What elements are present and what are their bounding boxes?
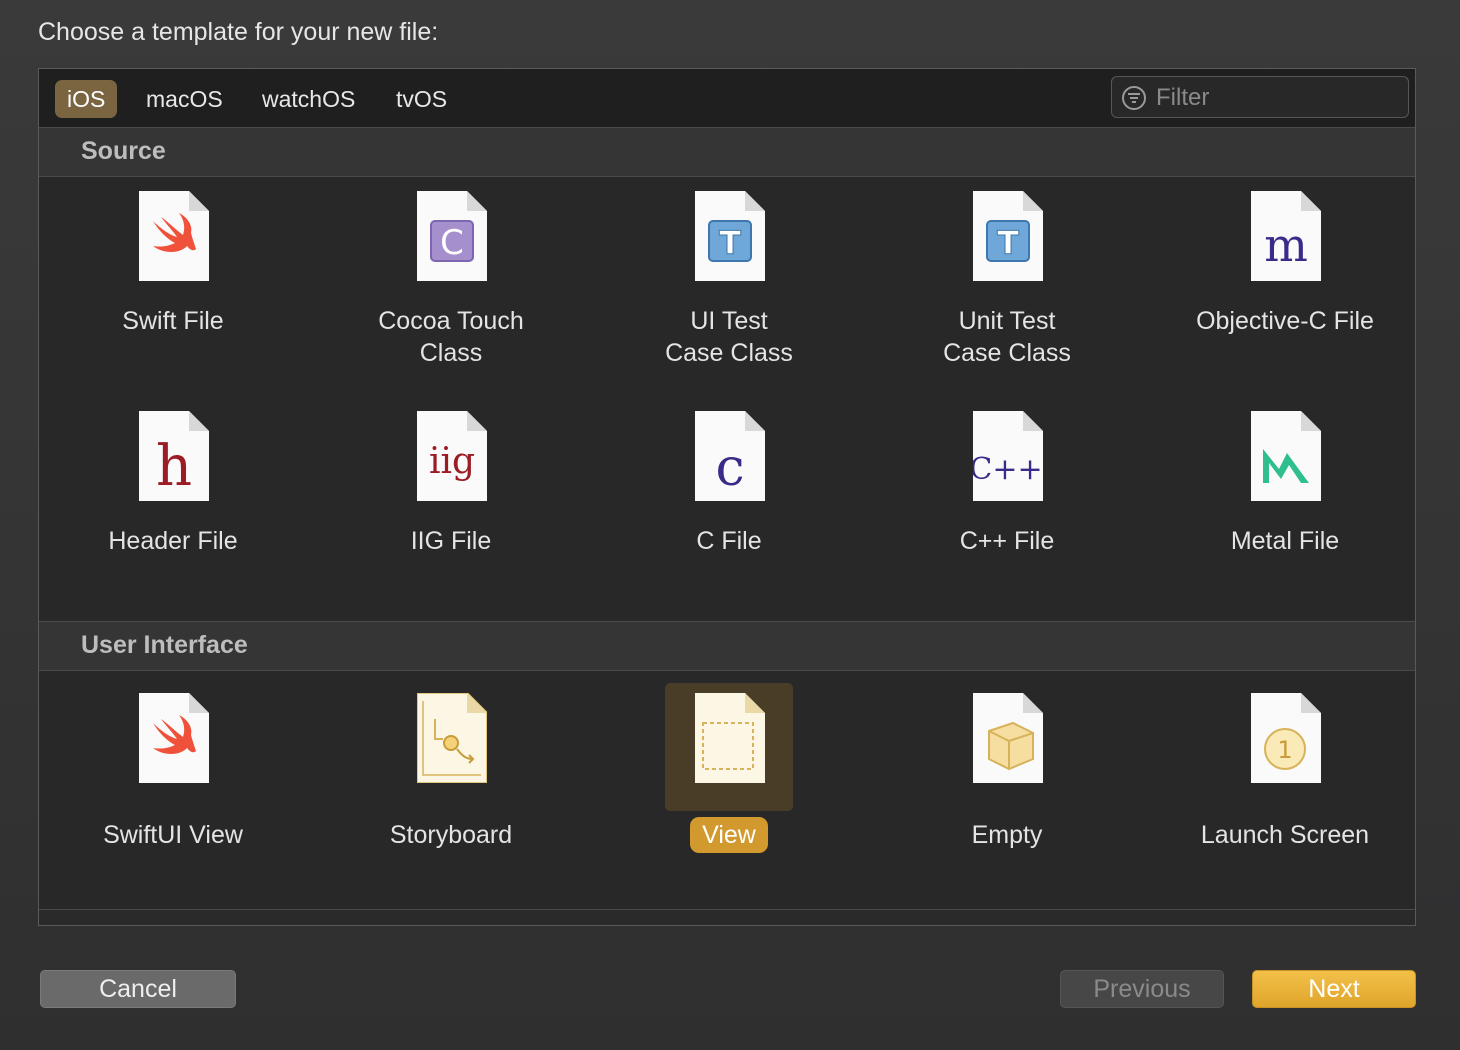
swift-icon bbox=[139, 191, 209, 281]
objc-m-icon: m bbox=[1251, 191, 1321, 281]
template-cpp-file[interactable]: C++ C++ File bbox=[868, 401, 1146, 611]
template-label: Storyboard bbox=[389, 821, 513, 849]
next-button[interactable]: Next bbox=[1252, 970, 1416, 1008]
template-label: Objective-C File bbox=[1196, 307, 1374, 335]
template-label: Metal File bbox=[1230, 527, 1340, 555]
launch-glyph: 1 bbox=[1277, 736, 1292, 764]
unit-test-icon: T bbox=[973, 191, 1043, 281]
cancel-button[interactable]: Cancel bbox=[40, 970, 236, 1008]
tab-ios[interactable]: iOS bbox=[55, 80, 118, 118]
template-label: Unit Test bbox=[958, 307, 1056, 335]
section-header-source: Source bbox=[39, 127, 1415, 177]
template-label: Empty bbox=[971, 821, 1043, 849]
iig-icon: iig bbox=[417, 411, 487, 501]
template-iig-file[interactable]: iig IIG File bbox=[312, 401, 590, 611]
metal-icon-container bbox=[1221, 401, 1349, 529]
empty-icon-container bbox=[943, 683, 1071, 811]
swift-icon bbox=[139, 693, 209, 783]
cpp-file-icon: C++ bbox=[973, 411, 1043, 501]
template-label: Header File bbox=[108, 527, 238, 555]
c-file-icon-container: c bbox=[665, 401, 793, 529]
platform-tab-bar: iOS macOS watchOS tvOS bbox=[39, 69, 1415, 128]
template-header-file[interactable]: h Header File bbox=[39, 401, 312, 611]
objc-icon-container: m bbox=[1221, 181, 1349, 309]
header-glyph: h bbox=[156, 434, 192, 499]
template-swift-file[interactable]: Swift File bbox=[39, 181, 312, 391]
header-h-icon: h bbox=[139, 411, 209, 501]
tab-macos[interactable]: macOS bbox=[134, 80, 235, 118]
template-label: UI Test bbox=[690, 307, 768, 335]
cocoa-class-icon: C bbox=[417, 191, 487, 281]
template-objective-c-file[interactable]: m Objective-C File bbox=[1146, 181, 1415, 391]
template-panel: iOS macOS watchOS tvOS Source Swift bbox=[38, 68, 1416, 926]
template-launch-screen[interactable]: 1 Launch Screen bbox=[1146, 683, 1415, 893]
ui-test-icon: T bbox=[695, 191, 765, 281]
swiftui-icon-container bbox=[109, 683, 237, 811]
previous-button[interactable]: Previous bbox=[1060, 970, 1224, 1008]
section-title-user-interface: User Interface bbox=[81, 631, 248, 659]
cpp-icon-container: C++ bbox=[943, 401, 1071, 529]
template-label: SwiftUI View bbox=[103, 821, 243, 849]
template-c-file[interactable]: c C File bbox=[590, 401, 868, 611]
template-label: C++ File bbox=[959, 527, 1055, 555]
filter-icon bbox=[1122, 86, 1146, 110]
template-metal-file[interactable]: Metal File bbox=[1146, 401, 1415, 611]
template-label: Swift File bbox=[122, 307, 224, 335]
unit-test-glyph: T bbox=[997, 224, 1019, 262]
view-icon-container bbox=[665, 683, 793, 811]
ui-templates-grid: SwiftUI View Storyboard View Empty 1 Lau… bbox=[39, 671, 1415, 910]
launch-screen-icon-container: 1 bbox=[1221, 683, 1349, 811]
template-label: IIG File bbox=[410, 527, 492, 555]
c-file-icon: c bbox=[695, 411, 765, 501]
tab-watchos[interactable]: watchOS bbox=[250, 80, 367, 118]
template-ui-test-case-class[interactable]: T UI Test Case Class bbox=[590, 181, 868, 391]
unit-test-icon-container: T bbox=[943, 181, 1071, 309]
template-label-highlight: View bbox=[690, 817, 768, 853]
launch-screen-icon: 1 bbox=[1251, 693, 1321, 783]
template-cocoa-touch-class[interactable]: C Cocoa Touch Class bbox=[312, 181, 590, 391]
swift-file-icon-container bbox=[109, 181, 237, 309]
ui-test-icon-container: T bbox=[665, 181, 793, 309]
metal-icon bbox=[1251, 411, 1321, 501]
cocoa-icon-container: C bbox=[387, 181, 515, 309]
template-storyboard[interactable]: Storyboard bbox=[312, 683, 590, 893]
template-label: C File bbox=[696, 527, 762, 555]
dialog-prompt: Choose a template for your new file: bbox=[38, 18, 439, 46]
template-swiftui-view[interactable]: SwiftUI View bbox=[39, 683, 312, 893]
template-view[interactable]: View bbox=[590, 683, 868, 893]
cpp-glyph: C++ bbox=[973, 452, 1043, 487]
section-title-source: Source bbox=[81, 137, 166, 165]
tab-tvos[interactable]: tvOS bbox=[384, 80, 459, 118]
template-label-line2: Case Class bbox=[943, 339, 1071, 367]
cocoa-glyph: C bbox=[440, 223, 464, 263]
template-label: View bbox=[590, 817, 868, 853]
section-header-user-interface: User Interface bbox=[39, 621, 1415, 671]
filter-field[interactable] bbox=[1111, 76, 1409, 118]
template-unit-test-case-class[interactable]: T Unit Test Case Class bbox=[868, 181, 1146, 391]
template-label: Launch Screen bbox=[1200, 821, 1370, 849]
template-label-line2: Case Class bbox=[665, 339, 793, 367]
c-glyph: c bbox=[715, 438, 744, 498]
template-empty[interactable]: Empty bbox=[868, 683, 1146, 893]
objc-glyph: m bbox=[1264, 218, 1308, 272]
template-label-line2: Class bbox=[419, 339, 483, 367]
ui-test-glyph: T bbox=[719, 224, 741, 262]
header-icon-container: h bbox=[109, 401, 237, 529]
template-label: Cocoa Touch bbox=[378, 307, 524, 335]
source-templates-grid: Swift File C Cocoa Touch Class T UI Test… bbox=[39, 177, 1415, 620]
storyboard-icon-container bbox=[387, 683, 515, 811]
view-icon bbox=[695, 693, 765, 783]
storyboard-icon bbox=[417, 693, 487, 783]
iig-glyph: iig bbox=[429, 441, 475, 482]
iig-icon-container: iig bbox=[387, 401, 515, 529]
empty-cube-icon bbox=[973, 693, 1043, 783]
filter-input[interactable] bbox=[1154, 81, 1398, 115]
